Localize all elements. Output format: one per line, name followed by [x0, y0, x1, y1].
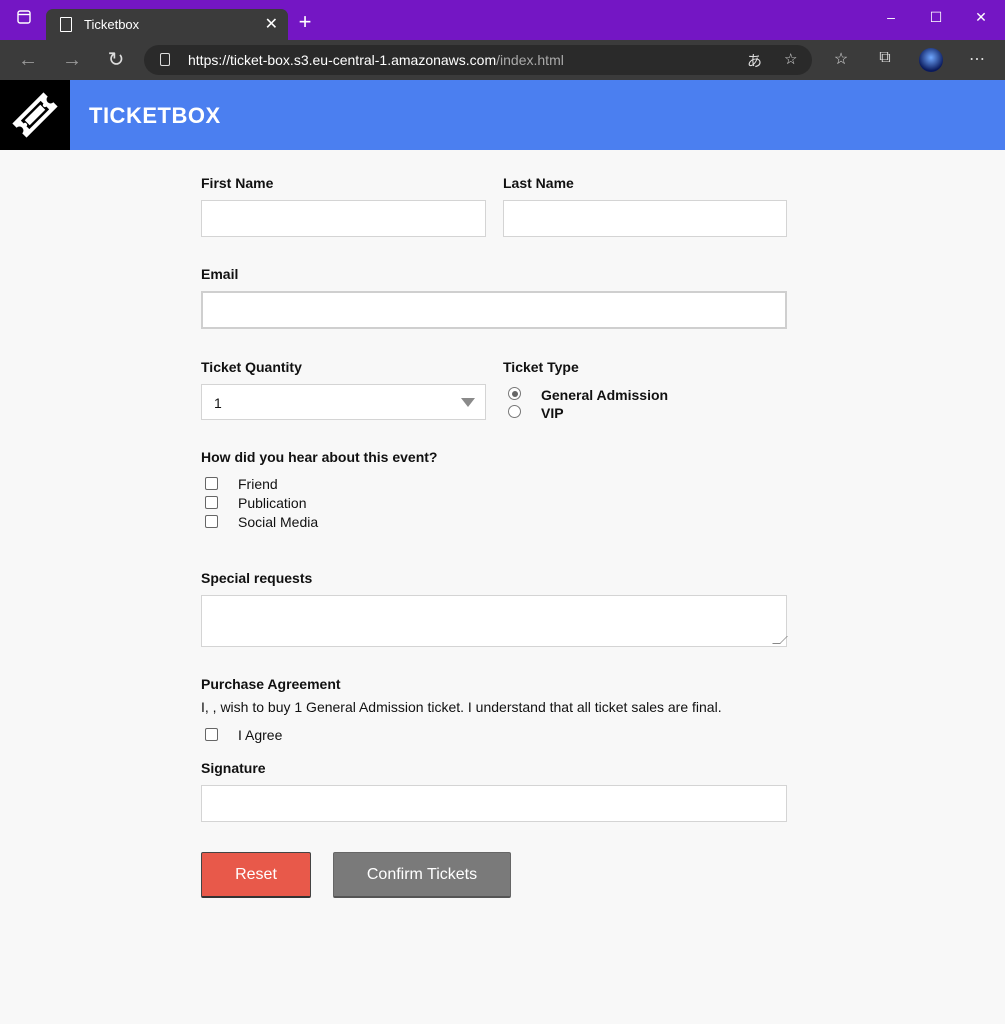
- signature-label: Signature: [201, 760, 266, 776]
- back-icon[interactable]: ←: [16, 48, 40, 72]
- checkbox-publication[interactable]: [205, 496, 218, 509]
- checkbox-social-media[interactable]: [205, 515, 218, 528]
- first-name-label: First Name: [201, 175, 274, 191]
- minimize-icon[interactable]: –: [880, 6, 902, 28]
- site-header: TICKETBOX: [0, 80, 1005, 150]
- browser-titlebar: Ticketbox ✕ + – ☐ ✕: [0, 0, 1005, 40]
- lock-icon: [160, 53, 170, 66]
- radio-general-admission[interactable]: [508, 387, 521, 400]
- browser-tab[interactable]: Ticketbox ✕: [46, 9, 288, 40]
- hear-about-label: How did you hear about this event?: [201, 449, 438, 465]
- social-media-label: Social Media: [238, 514, 319, 530]
- reset-button[interactable]: Reset: [201, 852, 311, 898]
- more-icon[interactable]: ⋯: [966, 49, 988, 69]
- address-bar[interactable]: https://ticket-box.s3.eu-central-1.amazo…: [144, 45, 812, 75]
- tab-title: Ticketbox: [84, 17, 140, 32]
- ticket-icon: [12, 92, 58, 138]
- new-tab-icon[interactable]: +: [294, 11, 316, 33]
- favorites-icon[interactable]: ☆: [830, 49, 852, 69]
- close-window-icon[interactable]: ✕: [970, 6, 992, 28]
- vip-label: VIP: [541, 405, 564, 421]
- add-favorite-icon[interactable]: ☆: [784, 50, 797, 68]
- first-name-input[interactable]: [201, 200, 486, 237]
- ticket-type-label: Ticket Type: [503, 359, 579, 375]
- tab-actions-icon[interactable]: [13, 6, 35, 28]
- refresh-icon[interactable]: ↻: [104, 48, 128, 72]
- brand-title: TICKETBOX: [89, 103, 221, 128]
- checkbox-agree[interactable]: [205, 728, 218, 741]
- last-name-label: Last Name: [503, 175, 574, 191]
- logo: [0, 80, 70, 150]
- browser-toolbar: ← → ↻ https://ticket-box.s3.eu-central-1…: [0, 40, 1005, 80]
- confirm-tickets-button[interactable]: Confirm Tickets: [333, 852, 511, 898]
- profile-avatar[interactable]: [919, 48, 943, 72]
- ticket-quantity-label: Ticket Quantity: [201, 359, 302, 375]
- maximize-icon[interactable]: ☐: [925, 6, 947, 28]
- publication-label: Publication: [238, 495, 307, 511]
- radio-vip[interactable]: [508, 405, 521, 418]
- checkbox-friend[interactable]: [205, 477, 218, 490]
- collections-icon[interactable]: ⧉: [874, 49, 896, 67]
- last-name-input[interactable]: [503, 200, 787, 237]
- email-label: Email: [201, 266, 239, 282]
- close-tab-icon[interactable]: ✕: [265, 14, 278, 34]
- ticket-quantity-value: 1: [214, 395, 222, 411]
- signature-input[interactable]: [201, 785, 787, 822]
- special-requests-textarea[interactable]: [201, 595, 788, 647]
- agree-label: I Agree: [238, 727, 283, 743]
- url-text[interactable]: https://ticket-box.s3.eu-central-1.amazo…: [188, 52, 564, 68]
- ticket-quantity-select[interactable]: 1: [201, 384, 486, 420]
- translate-icon[interactable]: あ: [747, 50, 762, 71]
- agreement-text: I, , wish to buy 1 General Admission tic…: [201, 699, 722, 715]
- special-requests-label: Special requests: [201, 570, 313, 586]
- general-admission-label: General Admission: [541, 387, 669, 403]
- chevron-down-icon: [461, 398, 475, 407]
- friend-label: Friend: [238, 476, 278, 492]
- resize-handle-icon[interactable]: [772, 636, 788, 644]
- page-icon: [60, 17, 72, 32]
- forward-icon[interactable]: →: [60, 48, 84, 72]
- purchase-agreement-label: Purchase Agreement: [201, 676, 341, 692]
- email-input[interactable]: [201, 291, 787, 329]
